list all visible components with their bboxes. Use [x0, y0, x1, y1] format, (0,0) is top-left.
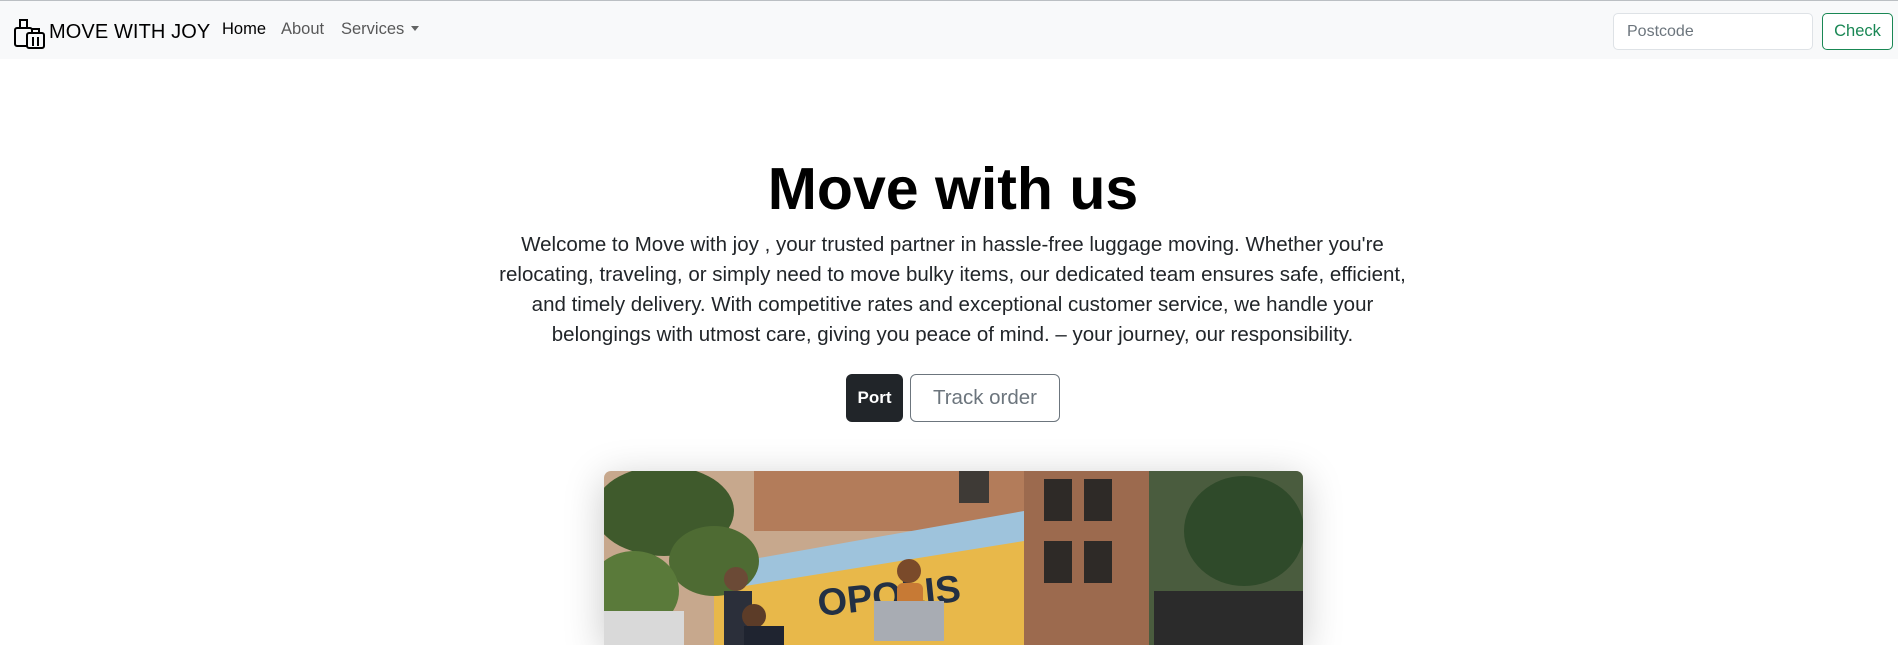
- luggage-icon: [13, 15, 47, 49]
- brand-name: MOVE WITH JOY: [49, 20, 211, 43]
- brand[interactable]: MOVE WITH JOY: [13, 15, 210, 49]
- nav-link-services-label: Services: [341, 20, 405, 38]
- track-order-button[interactable]: Track order: [910, 374, 1060, 422]
- check-button[interactable]: Check: [1822, 13, 1893, 50]
- navbar: MOVE WITH JOY Home About Services Check: [0, 0, 1898, 59]
- postcode-input[interactable]: [1613, 13, 1813, 50]
- chevron-down-icon: [411, 26, 420, 31]
- nav-link-about[interactable]: About: [281, 20, 324, 39]
- port-button[interactable]: Port: [846, 374, 903, 422]
- nav-link-services[interactable]: Services: [341, 20, 420, 39]
- hero-description: Welcome to Move with joy , your trusted …: [499, 233, 1406, 346]
- hero-title: Move with us: [767, 156, 1139, 222]
- nav-link-home[interactable]: Home: [222, 20, 266, 39]
- hero-image: OPOLIS: [604, 471, 1303, 645]
